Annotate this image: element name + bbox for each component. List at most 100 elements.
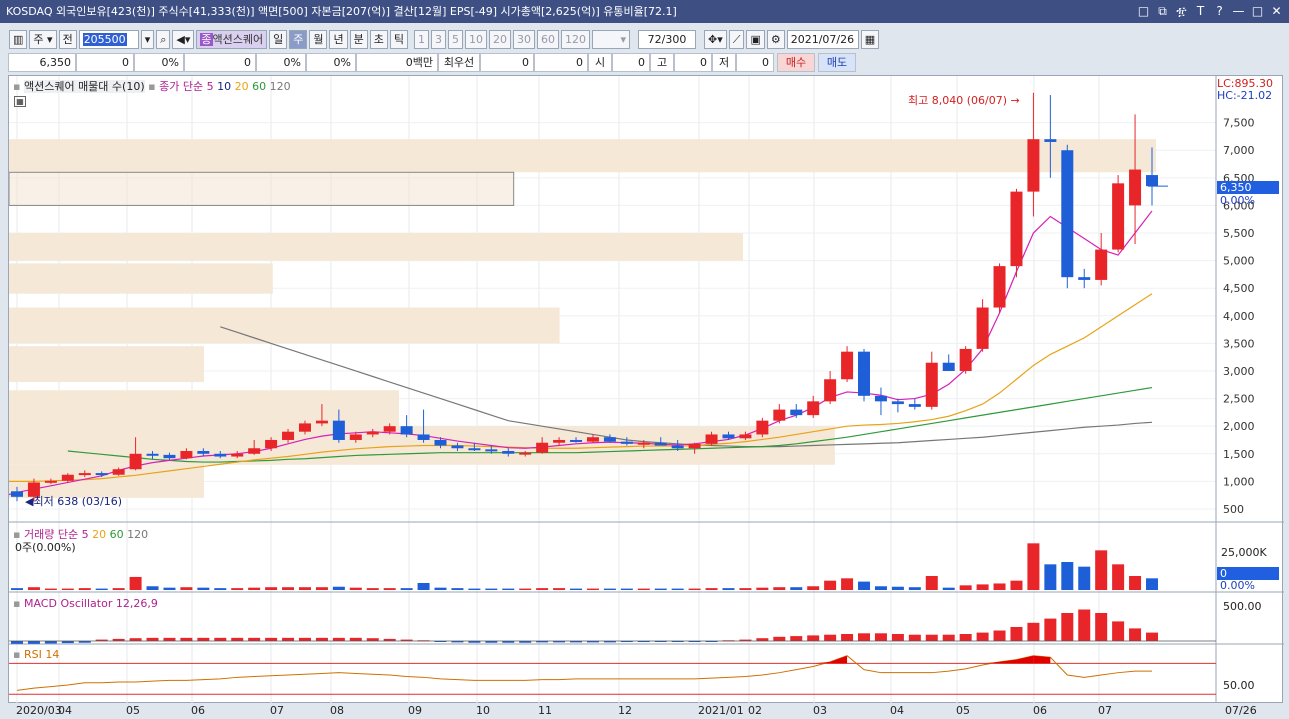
macd-bar xyxy=(180,637,193,641)
price-tick-label: 3,500 xyxy=(1223,337,1255,350)
volume-bar xyxy=(468,588,481,590)
best-bid: 0 xyxy=(480,53,534,72)
period-year[interactable]: 년 xyxy=(329,29,348,49)
macd-bar xyxy=(315,637,328,641)
volume-bar xyxy=(485,588,498,590)
volume-bar xyxy=(417,583,430,590)
volume-bar xyxy=(1027,543,1040,590)
interval-select[interactable]: ▾ xyxy=(591,29,630,49)
maximize-icon[interactable]: □ xyxy=(1251,0,1264,23)
close-icon[interactable]: ✕ xyxy=(1270,0,1283,23)
price-tick-label: 7,000 xyxy=(1223,144,1255,157)
best-label: 최우선 xyxy=(438,53,480,72)
buy-button[interactable]: 매수 xyxy=(777,53,815,72)
macd-bar xyxy=(197,637,210,641)
interval-1[interactable]: 1 xyxy=(413,29,429,49)
price-tick-label: 2,500 xyxy=(1223,393,1255,406)
search-icon[interactable]: ⌕ xyxy=(156,29,171,49)
period-month[interactable]: 월 xyxy=(309,29,328,49)
volume-profile-bar xyxy=(9,307,560,344)
candle-body xyxy=(993,266,1006,308)
candle-body xyxy=(163,454,176,459)
volume-bar xyxy=(925,576,938,590)
table-icon[interactable]: ▦ xyxy=(14,96,26,107)
candle-body xyxy=(434,439,447,446)
volume-bar xyxy=(959,585,972,590)
volume-tick: 25,000K xyxy=(1221,546,1267,559)
macd-bar xyxy=(248,637,261,641)
macd-bar xyxy=(841,634,854,641)
minimize-icon[interactable]: — xyxy=(1232,0,1245,23)
legend-ma-prefix: 종가 단순 xyxy=(159,80,204,93)
legend-ma5: 5 xyxy=(206,80,214,93)
date-input[interactable]: 2021/07/26 xyxy=(786,29,859,49)
code-dropdown-icon[interactable]: ▾ xyxy=(140,29,155,49)
volume-bar xyxy=(265,587,278,590)
price-tick-label: 5,500 xyxy=(1223,227,1255,240)
legend-vp-marker: ▪ xyxy=(13,80,21,93)
hc-value: HC:-21.02 xyxy=(1217,89,1273,102)
volume-bar xyxy=(603,588,616,590)
interval-120[interactable]: 120 xyxy=(560,29,590,49)
period-select[interactable]: 주 ▾ xyxy=(29,29,57,49)
candle-body xyxy=(891,401,904,405)
legend-ma120: 120 xyxy=(269,80,291,93)
low-annotation: ◀최저 638 (03/16) xyxy=(25,495,122,508)
chart-area[interactable]: 7,500 7,000 6,500 6,000 5,500 5,000 4,500 4,000… xyxy=(0,75,1284,704)
pin-icon[interactable]: ፹ xyxy=(1175,0,1188,23)
macd-bar xyxy=(1044,618,1057,641)
candle-body xyxy=(265,439,278,449)
volume-bar xyxy=(78,588,91,590)
candle-body xyxy=(705,434,718,444)
chart-menu-icon[interactable]: ▥ xyxy=(9,29,28,49)
period-day[interactable]: 일 xyxy=(269,29,288,49)
chart-svg[interactable]: 7,5007,0006,5006,0005,5005,0004,5004,000… xyxy=(0,76,1284,704)
interval-5[interactable]: 5 xyxy=(447,29,463,49)
draw-tool-icon[interactable]: ⟋ xyxy=(728,29,745,49)
speaker-icon[interactable]: ◀▾ xyxy=(172,29,195,49)
period-second[interactable]: 초 xyxy=(369,29,388,49)
volume-bar xyxy=(824,580,837,590)
stock-code-input[interactable]: 205500 xyxy=(78,29,139,49)
x-axis-label: 04 xyxy=(890,704,904,717)
candle-body xyxy=(1146,175,1158,187)
interval-20[interactable]: 20 xyxy=(488,29,511,49)
prev-button[interactable]: 전 xyxy=(58,29,77,49)
interval-3[interactable]: 3 xyxy=(430,29,446,49)
macd-bar xyxy=(1112,621,1125,641)
sell-button[interactable]: 매도 xyxy=(818,53,856,72)
volume-bar xyxy=(349,587,362,590)
save-icon[interactable]: ▣ xyxy=(746,29,765,49)
candle-body xyxy=(383,426,396,432)
period-week[interactable]: 주 xyxy=(289,29,308,49)
count-input[interactable]: 72/300 xyxy=(637,29,696,49)
font-icon[interactable]: T xyxy=(1194,0,1207,23)
price-tick-label: 4,000 xyxy=(1223,310,1255,323)
candle-body xyxy=(197,451,210,454)
volume-profile-bar xyxy=(8,171,515,206)
volume-profile-bar xyxy=(9,233,744,261)
macd-bar xyxy=(282,637,295,641)
window-title: KOSDAQ 외국인보유[423(천)] 주식수[41,333(천)] 액면[5… xyxy=(6,5,677,18)
stock-name[interactable]: 종액션스퀘어 xyxy=(196,29,268,49)
macd-tick: 500.00 xyxy=(1223,600,1262,613)
help-icon[interactable]: ? xyxy=(1213,0,1226,23)
calendar-icon[interactable]: ▦ xyxy=(860,29,880,49)
volume-bar xyxy=(502,588,515,590)
rsi-overbought-fill xyxy=(830,655,848,664)
settings-icon[interactable]: ⚙ xyxy=(766,29,785,49)
crosshair-icon[interactable]: ✥▾ xyxy=(703,29,727,49)
interval-60[interactable]: 60 xyxy=(536,29,559,49)
macd-bar xyxy=(824,634,837,641)
period-tick[interactable]: 틱 xyxy=(389,29,408,49)
window-copy-icon[interactable]: ⧉ xyxy=(1156,0,1169,23)
interval-10[interactable]: 10 xyxy=(464,29,487,49)
layout-icon[interactable]: □ xyxy=(1137,0,1150,23)
x-axis-label: 05 xyxy=(956,704,970,717)
interval-30[interactable]: 30 xyxy=(512,29,535,49)
macd-bar xyxy=(1027,622,1040,641)
macd-bar xyxy=(756,638,769,641)
legend-ma10: 10 xyxy=(217,80,232,93)
period-minute[interactable]: 분 xyxy=(349,29,368,49)
candle-body xyxy=(1027,139,1040,192)
